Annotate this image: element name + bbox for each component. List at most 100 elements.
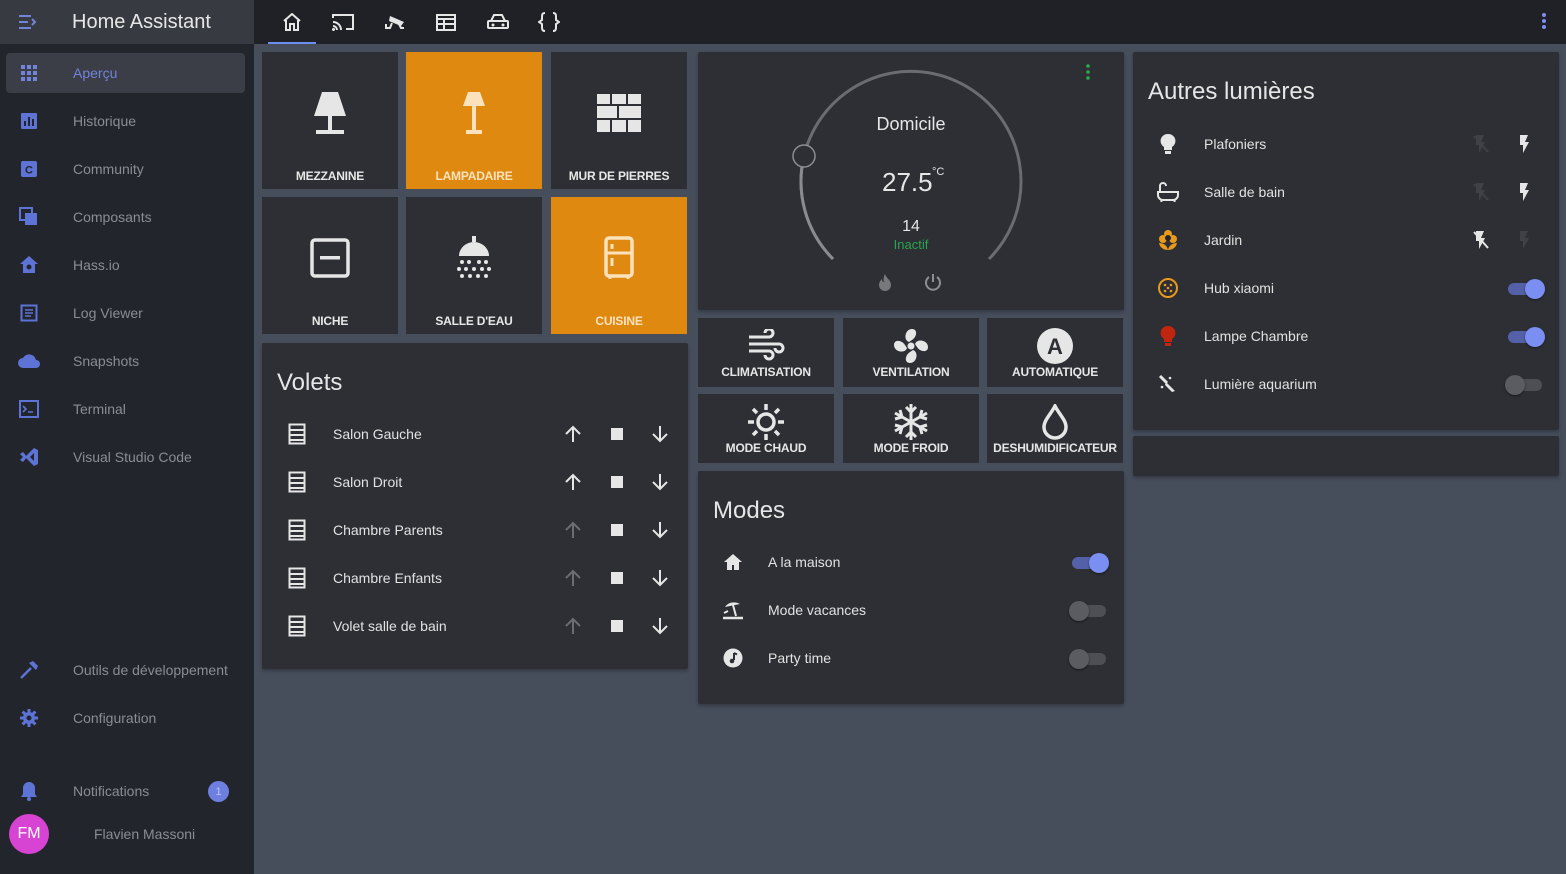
flower-icon — [1156, 228, 1180, 252]
stop-icon[interactable] — [605, 566, 629, 590]
sidebar-item-community[interactable]: C Community — [6, 149, 245, 189]
tab-cctv[interactable] — [371, 0, 419, 44]
arrow-down-icon[interactable] — [648, 470, 672, 494]
thermostat-more-icon[interactable] — [1086, 64, 1090, 80]
arrow-up-icon[interactable] — [561, 518, 585, 542]
sidebar-item-apercu[interactable]: Aperçu — [6, 53, 245, 93]
flash-icon[interactable] — [1512, 228, 1536, 252]
sidebar-item-hassio[interactable]: Hass.io — [6, 245, 245, 285]
climatisation-label: CLIMATISATION — [721, 365, 811, 379]
user-name[interactable]: Flavien Massoni — [94, 826, 195, 842]
mode-label: A la maison — [768, 554, 841, 570]
arrow-up-icon[interactable] — [561, 422, 585, 446]
arrow-up-icon[interactable] — [561, 470, 585, 494]
tab-calendar[interactable] — [422, 0, 470, 44]
console-icon — [6, 400, 52, 418]
avatar[interactable]: FM — [9, 814, 49, 854]
flash-icon[interactable] — [1512, 180, 1536, 204]
stop-icon[interactable] — [605, 470, 629, 494]
cloud-icon — [6, 353, 52, 369]
fire-icon[interactable] — [878, 273, 892, 291]
climatisation-button[interactable]: CLIMATISATION — [698, 318, 834, 387]
layers-icon — [6, 207, 52, 227]
arrow-down-icon[interactable] — [648, 614, 672, 638]
automatique-button[interactable]: A AUTOMATIQUE — [987, 318, 1123, 387]
sidebar-item-historique[interactable]: Historique — [6, 101, 245, 141]
light-label: Jardin — [1204, 232, 1243, 248]
arrow-up-icon[interactable] — [561, 614, 585, 638]
thermostat-unit: °C — [932, 166, 945, 178]
flash-off-icon[interactable] — [1469, 180, 1493, 204]
floor-lamp-icon — [312, 88, 348, 138]
tile-lampadaire[interactable]: LAMPADAIRE — [406, 52, 542, 189]
tile-salle-deau[interactable]: SALLE D'EAU — [406, 197, 542, 334]
mode-froid-label: MODE FROID — [873, 441, 949, 455]
sidebar-item-label: Historique — [73, 113, 137, 129]
lights-title: Autres lumières — [1148, 78, 1315, 105]
light-toggle-lumiere-aquarium[interactable] — [1505, 375, 1543, 395]
light-toggle-lampe-chambre[interactable] — [1507, 327, 1545, 347]
sidebar-item-composants[interactable]: Composants — [6, 197, 245, 237]
top-tab-bar — [254, 0, 1566, 44]
sidebar-item-label: Outils de développement — [73, 662, 228, 678]
light-label: Lumière aquarium — [1204, 376, 1317, 392]
sidebar-item-log-viewer[interactable]: Log Viewer — [6, 293, 245, 333]
fan-icon — [892, 326, 930, 366]
tab-cast[interactable] — [319, 0, 367, 44]
sidebar-item-label: Community — [73, 161, 144, 177]
sidebar-item-label: Composants — [73, 209, 152, 225]
tile-niche[interactable]: NICHE — [262, 197, 398, 334]
stop-icon[interactable] — [605, 614, 629, 638]
arrow-down-icon[interactable] — [648, 422, 672, 446]
power-icon[interactable] — [924, 273, 942, 291]
wall-icon — [597, 88, 641, 138]
sidebar-item-label: Hass.io — [73, 257, 120, 273]
mode-toggle-vacances[interactable] — [1069, 601, 1107, 621]
notification-badge: 1 — [208, 781, 229, 802]
ventilation-button[interactable]: VENTILATION — [843, 318, 979, 387]
sidebar-item-label: Log Viewer — [73, 305, 143, 321]
more-vert-icon[interactable] — [1542, 12, 1546, 30]
sidebar-item-terminal[interactable]: Terminal — [6, 389, 245, 429]
flash-off-icon[interactable] — [1469, 228, 1493, 252]
mode-chaud-button[interactable]: MODE CHAUD — [698, 394, 834, 463]
sidebar-item-dev-tools[interactable]: Outils de développement — [6, 650, 245, 690]
arrow-down-icon[interactable] — [648, 566, 672, 590]
stop-icon[interactable] — [605, 518, 629, 542]
sidebar-header: Home Assistant — [0, 0, 254, 44]
sidebar-item-label: Terminal — [73, 401, 126, 417]
svg-text:C: C — [25, 165, 33, 177]
mode-froid-button[interactable]: MODE FROID — [843, 394, 979, 463]
arrow-up-icon[interactable] — [561, 566, 585, 590]
light-toggle-hub-xiaomi[interactable] — [1507, 279, 1545, 299]
deshumidificateur-button[interactable]: DESHUMIDIFICATEUR — [987, 394, 1123, 463]
arrow-down-icon[interactable] — [648, 518, 672, 542]
window-shutter-icon — [285, 566, 309, 590]
cover-label: Salon Gauche — [333, 426, 422, 442]
tile-mezzanine[interactable]: MEZZANINE — [262, 52, 398, 189]
mode-toggle-party-time[interactable] — [1069, 649, 1107, 669]
tab-home[interactable] — [268, 0, 316, 44]
sidebar-item-vscode[interactable]: Visual Studio Code — [6, 437, 245, 477]
beach-icon — [721, 598, 745, 622]
tab-code[interactable] — [525, 0, 573, 44]
tile-cuisine[interactable]: CUISINE — [551, 197, 687, 334]
sidebar-item-configuration[interactable]: Configuration — [6, 698, 245, 738]
menu-toggle-icon[interactable] — [0, 14, 56, 30]
tile-label: LAMPADAIRE — [435, 169, 513, 183]
thermostat-setpoint[interactable]: 14 — [698, 218, 1124, 236]
flash-icon[interactable] — [1512, 132, 1536, 156]
snowflake-icon — [892, 402, 930, 442]
app-title: Home Assistant — [72, 10, 211, 33]
thermostat-name: Domicile — [876, 114, 946, 134]
flash-off-icon[interactable] — [1469, 132, 1493, 156]
stop-icon[interactable] — [605, 422, 629, 446]
mode-chaud-label: MODE CHAUD — [725, 441, 807, 455]
tile-mur-de-pierres[interactable]: MUR DE PIERRES — [551, 52, 687, 189]
light-label: Salle de bain — [1204, 184, 1285, 200]
tab-car[interactable] — [474, 0, 522, 44]
sidebar-item-snapshots[interactable]: Snapshots — [6, 341, 245, 381]
sidebar-item-label: Notifications — [73, 783, 150, 799]
mode-toggle-a-la-maison[interactable] — [1071, 553, 1109, 573]
sidebar-item-label: Snapshots — [73, 353, 140, 369]
